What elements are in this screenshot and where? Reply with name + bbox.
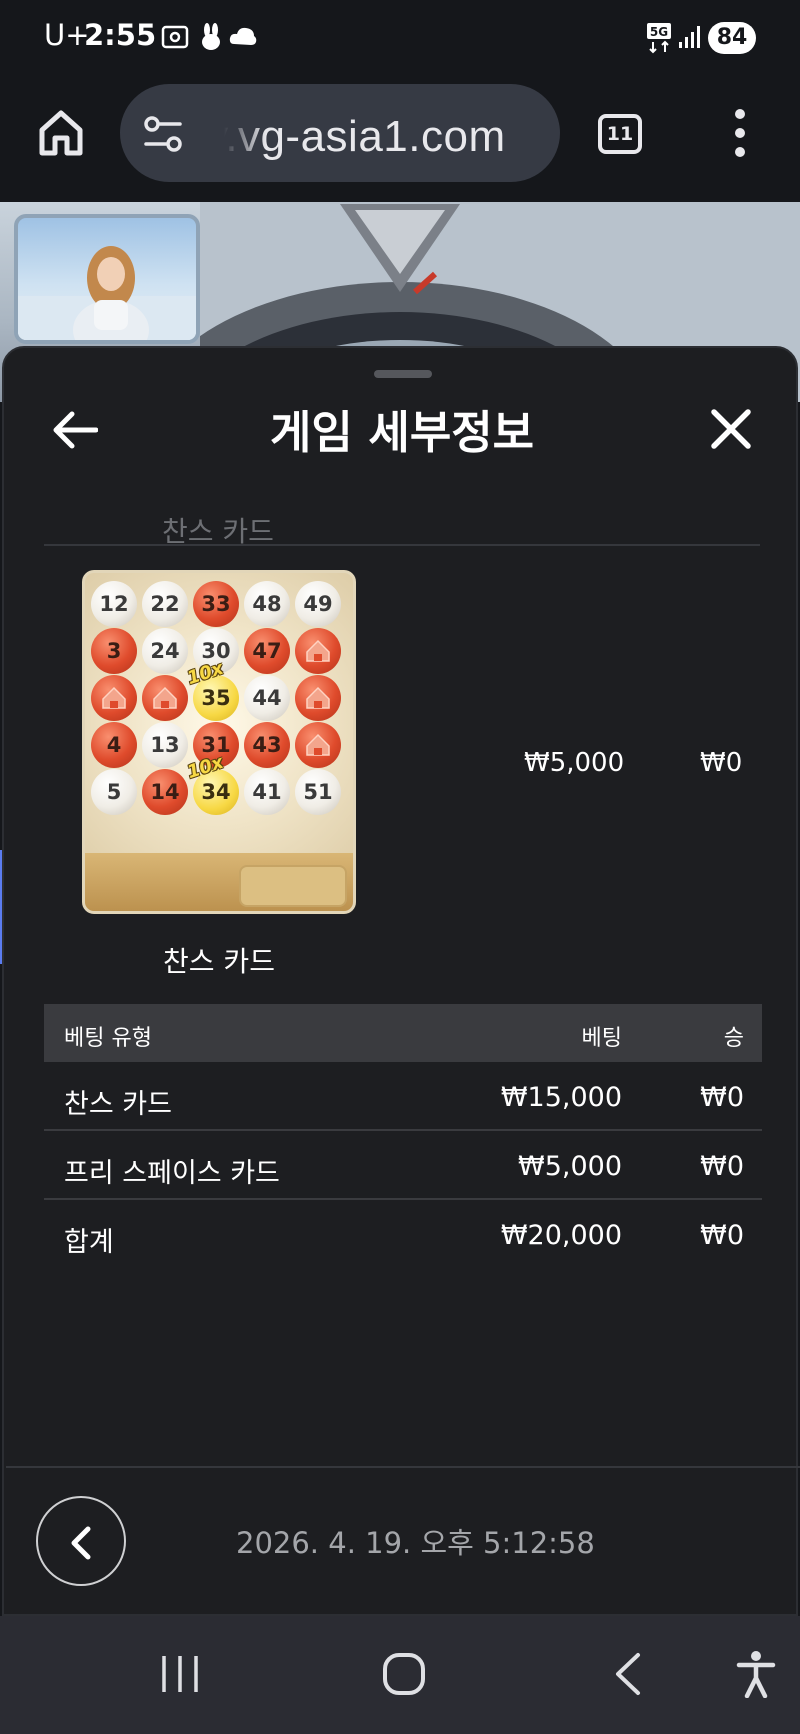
header-bet-type: 베팅 유형	[64, 1026, 152, 1051]
header-bet: 베팅	[581, 1026, 622, 1051]
round-timestamp: 2026. 4. 19. 오후 5:12:58	[236, 1526, 595, 1560]
table-row: 찬스 카드 ₩15,000 ₩0	[44, 1062, 762, 1131]
row-bet-type: 찬스 카드	[64, 1089, 172, 1120]
row-bet: ₩15,000	[500, 1082, 622, 1113]
card-caption: 찬스 카드	[163, 945, 275, 978]
tabs-count-button[interactable]: 11	[598, 114, 642, 154]
clock: 2:55	[84, 18, 157, 52]
bunny-icon	[202, 23, 220, 50]
bingo-ball: 41	[244, 769, 290, 815]
drag-handle[interactable]	[374, 370, 432, 378]
total-bet: ₩20,000	[500, 1220, 622, 1251]
row-win: ₩0	[700, 1082, 744, 1113]
bingo-ball: 51	[295, 769, 341, 815]
bingo-ball: 49	[295, 581, 341, 627]
footer-divider	[6, 1466, 800, 1468]
free-space-house-icon	[91, 675, 137, 721]
screenshot-icon	[161, 25, 189, 49]
bingo-ball: 24	[142, 628, 188, 674]
bingo-ball: 3	[91, 628, 137, 674]
chevron-left-icon	[71, 1526, 91, 1560]
card-win-value: ₩0	[700, 748, 743, 778]
recent-apps-icon[interactable]	[160, 1654, 200, 1694]
more-menu-icon[interactable]	[730, 108, 750, 158]
free-space-house-icon	[142, 675, 188, 721]
bingo-ball: 48	[244, 581, 290, 627]
card-bet-value: ₩5,000	[524, 748, 625, 778]
row-bet-type: 프리 스페이스 카드	[64, 1158, 280, 1189]
presenter-image	[18, 246, 196, 340]
network-5g-icon: 5G	[647, 23, 671, 54]
row-bet: ₩5,000	[518, 1151, 622, 1182]
system-nav-bar	[0, 1616, 800, 1734]
bingo-ball: 5	[91, 769, 137, 815]
live-video-thumbnail[interactable]	[14, 214, 200, 344]
previous-round-button[interactable]	[36, 1496, 126, 1586]
signal-icon	[679, 26, 700, 48]
bingo-ball: 33	[193, 581, 239, 627]
bingo-ball: 43	[244, 722, 290, 768]
accessibility-icon[interactable]	[736, 1650, 776, 1698]
url-fade	[206, 104, 266, 164]
browser-toolbar: y.vg-asia1.com 11	[0, 74, 800, 202]
free-space-house-icon	[295, 675, 341, 721]
table-total-row: 합계 ₩20,000 ₩0	[44, 1200, 762, 1269]
bingo-ball: 14	[142, 769, 188, 815]
table-header: 베팅 유형 베팅 승	[44, 1004, 762, 1062]
svg-text:5G: 5G	[650, 25, 668, 39]
card-slot	[239, 865, 347, 907]
battery-indicator: 84	[708, 22, 756, 54]
row-win: ₩0	[700, 1151, 744, 1182]
page-title: 게임 세부정보	[269, 406, 535, 459]
free-space-house-icon	[295, 628, 341, 674]
bet-summary-table: 베팅 유형 베팅 승 찬스 카드 ₩15,000 ₩0 프리 스페이스 카드 ₩…	[44, 1004, 762, 1269]
home-icon[interactable]	[36, 108, 86, 158]
home-nav-icon[interactable]	[382, 1652, 426, 1696]
game-details-panel: 게임 세부정보 찬스 카드 12 22 33 48 49 3 24 30 47 35 10x 44 4 1…	[2, 346, 800, 1616]
total-win: ₩0	[700, 1220, 744, 1251]
site-settings-icon[interactable]	[142, 114, 184, 154]
bingo-ball: 12	[91, 581, 137, 627]
url-bar[interactable]: y.vg-asia1.com	[120, 84, 560, 182]
status-bar: U+ 2:55 5G 84	[0, 0, 800, 74]
bingo-ball: 22	[142, 581, 188, 627]
bingo-ball: 4	[91, 722, 137, 768]
table-row: 프리 스페이스 카드 ₩5,000 ₩0	[44, 1131, 762, 1200]
header-win: 승	[723, 1026, 744, 1051]
total-label: 합계	[64, 1227, 114, 1258]
bingo-ball: 44	[244, 675, 290, 721]
back-nav-icon[interactable]	[612, 1652, 644, 1696]
free-space-house-icon	[295, 722, 341, 768]
bingo-ball: 47	[244, 628, 290, 674]
cloud-icon	[229, 27, 257, 45]
close-icon[interactable]	[710, 408, 752, 450]
tab-divider	[44, 544, 760, 546]
card-footer	[85, 853, 353, 911]
bingo-ball: 13	[142, 722, 188, 768]
carrier-label: U+	[44, 18, 90, 52]
chance-card-image: 12 22 33 48 49 3 24 30 47 35 10x 44 4 13 31 43 5 14 34 10x 4…	[82, 570, 356, 914]
